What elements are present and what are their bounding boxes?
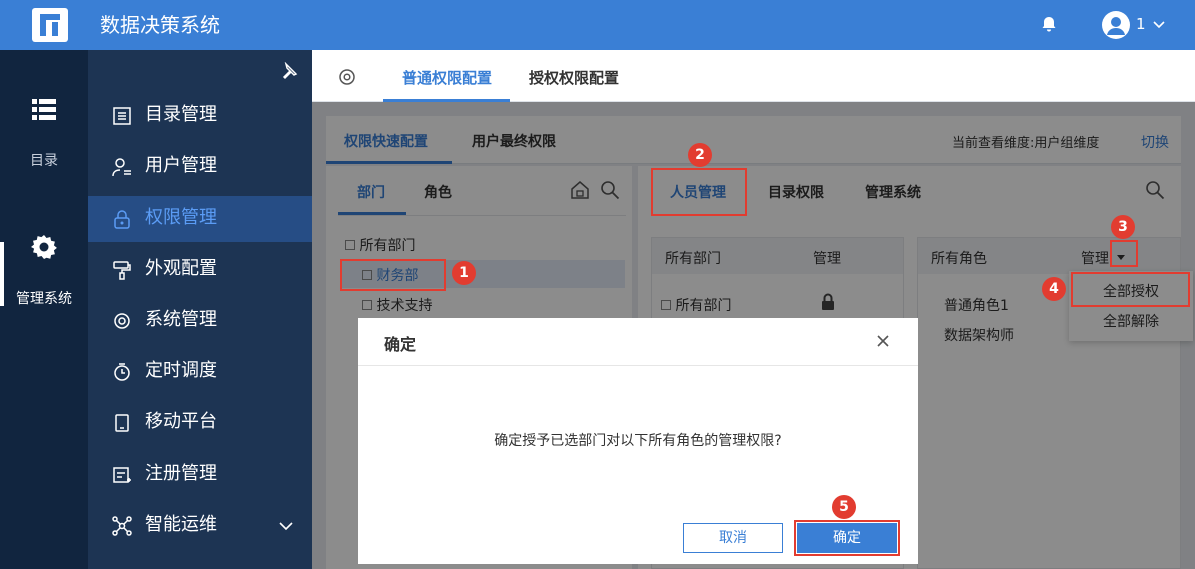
user-name[interactable]: 1	[1136, 15, 1146, 33]
callout-badge: 1	[452, 261, 476, 285]
user-avatar[interactable]	[1102, 11, 1130, 39]
rail-item-management[interactable]: 管理系统	[0, 288, 88, 308]
dialog-message: 确定授予已选部门对以下所有角色的管理权限?	[494, 433, 782, 449]
list-icon[interactable]	[32, 98, 56, 120]
sidebar-item-label: 系统管理	[145, 309, 217, 330]
sidebar-item-label: 外观配置	[145, 258, 217, 279]
dialog-title: 确定	[384, 335, 417, 354]
close-icon[interactable]	[875, 333, 891, 349]
settings-icon	[114, 313, 130, 329]
sidebar-item-label: 用户管理	[145, 155, 217, 176]
callout-badge: 5	[832, 495, 856, 519]
app-title: 数据决策系统	[100, 13, 220, 37]
chevron-down-icon[interactable]	[278, 518, 294, 534]
sidebar-item-registration[interactable]: 注册管理	[88, 452, 312, 498]
cancel-button[interactable]: 取消	[683, 523, 783, 553]
sidebar-item-label: 定时调度	[145, 360, 217, 381]
register-icon	[113, 467, 131, 483]
highlight-box	[651, 168, 747, 216]
highlight-box	[1110, 240, 1138, 267]
tab-grant-permission[interactable]: 授权权限配置	[529, 67, 619, 88]
catalog-icon	[113, 107, 131, 125]
settings-icon[interactable]	[337, 67, 357, 87]
gear-icon[interactable]	[31, 234, 57, 260]
user-icon	[1107, 17, 1125, 35]
tab-normal-permission[interactable]: 普通权限配置	[402, 67, 492, 88]
bell-icon[interactable]	[1040, 15, 1058, 33]
nav-rail	[0, 50, 88, 569]
user-manage-icon	[112, 158, 131, 177]
sidebar-item-label: 目录管理	[145, 104, 217, 125]
sidebar-item-permissions[interactable]: 权限管理	[88, 196, 312, 242]
sidebar-item-label: 智能运维	[145, 514, 217, 535]
callout-badge: 4	[1042, 277, 1066, 301]
app-logo-icon[interactable]	[32, 8, 68, 42]
network-icon	[112, 516, 132, 536]
sidebar-item-ops[interactable]: 智能运维	[88, 503, 312, 549]
sidebar-item-catalog[interactable]: 目录管理	[88, 93, 312, 139]
timer-icon	[114, 363, 130, 381]
pin-icon[interactable]	[280, 62, 298, 80]
lock-icon	[114, 210, 130, 229]
sidebar-item-schedule[interactable]: 定时调度	[88, 349, 312, 395]
highlight-box	[1071, 272, 1190, 307]
sidebar-item-users[interactable]: 用户管理	[88, 144, 312, 190]
callout-badge: 3	[1111, 215, 1135, 239]
sidebar-item-label: 注册管理	[145, 463, 217, 484]
rail-item-catalog[interactable]: 目录	[0, 150, 88, 170]
paint-roller-icon	[113, 261, 131, 280]
sidebar-item-label: 移动平台	[145, 411, 217, 432]
callout-badge: 2	[688, 143, 712, 167]
sidebar-item-label: 权限管理	[145, 207, 217, 228]
highlight-box	[340, 259, 446, 291]
chevron-down-icon[interactable]	[1151, 16, 1167, 32]
highlight-box	[794, 520, 900, 556]
dialog-header	[358, 318, 918, 366]
sidebar-item-system[interactable]: 系统管理	[88, 298, 312, 344]
sidebar-item-appearance[interactable]: 外观配置	[88, 247, 312, 293]
mobile-icon	[115, 414, 129, 432]
sidebar-item-mobile[interactable]: 移动平台	[88, 400, 312, 446]
